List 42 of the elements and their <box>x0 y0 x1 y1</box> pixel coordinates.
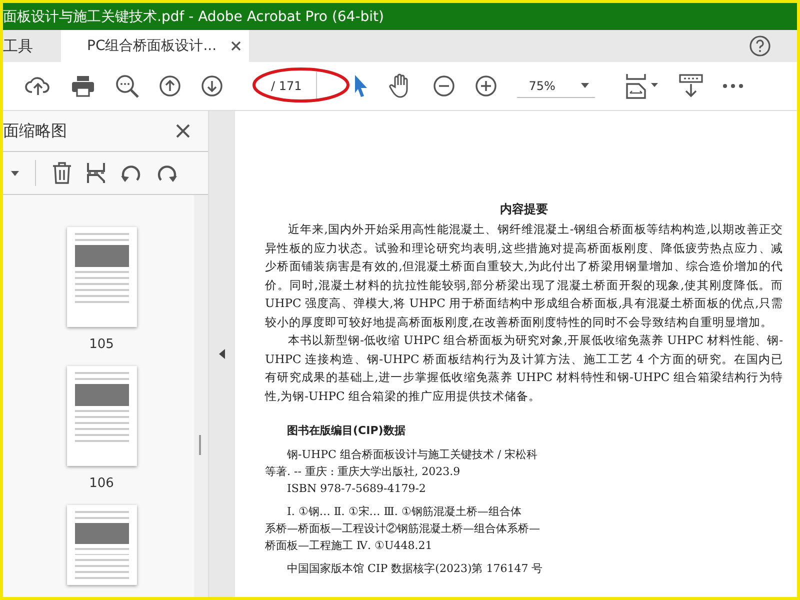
print-icon[interactable] <box>71 75 95 97</box>
help-icon[interactable] <box>749 35 771 57</box>
page-thumbnail[interactable] <box>66 227 136 327</box>
cip-line: ISBN 978-7-5689-4179-2 <box>286 481 427 497</box>
trash-icon[interactable] <box>52 162 72 184</box>
page-split-icon[interactable] <box>86 162 106 184</box>
paragraph: 近年来,国内外开始采用高性能混凝土、钢纤维混凝土-钢组合桥面板等结构构造,以期改善正交异性板的应力状态。试验和理论研究均表明,这些措施对提高桥面板刚度、降低疲劳热点应力、减少桥面铺装病害是有效的,但混凝土桥面自重较大,为此付出了桥梁用钢量增加、综合造价增加的代价。同时,混凝土材料的抗拉性能较弱,部分桥梁出现了混凝土桥面开裂的现象,使其刚度降低。而 UHPC 强度高、弹模大,将 UHPC 用于桥面结构中形成组合桥面板,具有混凝土桥面板的优点,只需较小的厚度即可较好地提高桥面板刚度,在改善桥面刚度特性的同时不会导致结构自重明显增加。 <box>265 221 783 330</box>
cip-line: 中国国家版本馆 CIP 数据核字(2023)第 176147 号 <box>286 561 543 577</box>
paragraph: 本书以新型钢-低收缩 UHPC 组合桥面板为研究对象,开展低收缩免蒸养 UHPC 材料性能、钢-UHPC 连接构造、钢-UHPC 桥面板结构行为及计算方法、施工工艺 4 个方面的研究。在国内已有研究成果的基础上,进一步掌握低收缩免蒸养 UHPC 材料特性和钢-UHPC 组合箱梁结构行为特性,为钢-UHPC 组合箱梁的推广应用提供技术储备。 <box>265 332 783 404</box>
cip-line: Ⅰ. ①钢… Ⅱ. ①宋… Ⅲ. ①钢筋混凝土桥—组合体 <box>286 504 522 520</box>
scan-icon[interactable] <box>679 74 704 98</box>
collapse-arrow-icon[interactable] <box>219 349 225 359</box>
window-title: 面板设计与施工关键技术.pdf - Adobe Acrobat Pro (64-bit) <box>3 8 384 26</box>
page-number: 106 <box>89 476 114 491</box>
more-icon[interactable] <box>723 84 744 88</box>
cip-heading: 图书在版编目(CIP)数据 <box>287 423 406 438</box>
page-number: 105 <box>89 337 114 352</box>
cip-line: 钢-UHPC 组合桥面板设计与施工关键技术 / 宋松科 <box>286 447 539 463</box>
zoom-search-icon[interactable] <box>115 74 139 98</box>
close-icon[interactable] <box>230 41 241 51</box>
close-icon[interactable] <box>176 124 190 138</box>
cursor-arrow-icon[interactable] <box>352 74 369 98</box>
tab[interactable]: 工具 <box>3 30 61 62</box>
page-thumbnail[interactable] <box>66 505 136 585</box>
arrow-down-circle-icon[interactable] <box>201 75 223 97</box>
page-thumbnail[interactable] <box>66 366 136 466</box>
page-total: / 171 <box>271 79 302 93</box>
zoom-in-icon[interactable] <box>474 75 497 97</box>
zoom-dropdown[interactable]: 75% <box>516 74 596 98</box>
panel-title: 面缩略图 <box>3 120 67 142</box>
arrow-up-circle-icon[interactable] <box>159 75 181 97</box>
caret-icon[interactable] <box>11 170 19 176</box>
cip-line: 等著. -- 重庆 : 重庆大学出版社, 2023.9 <box>265 464 462 480</box>
caret-icon[interactable] <box>581 83 590 88</box>
scrollbar-thumb[interactable] <box>199 435 201 455</box>
cloud-upload-icon[interactable] <box>25 75 51 97</box>
page-heading: 内容提要 <box>499 201 549 218</box>
tab[interactable]: PC组合桥面板设计... <box>61 30 249 62</box>
zoom-out-icon[interactable] <box>432 75 455 97</box>
cip-line: 系桥—桥面板—工程设计②钢筋混凝土桥—组合体系桥— <box>265 521 541 537</box>
page-fit-icon[interactable] <box>625 73 660 99</box>
cip-line: 桥面板—工程施工 Ⅳ. ①U448.21 <box>265 538 434 554</box>
